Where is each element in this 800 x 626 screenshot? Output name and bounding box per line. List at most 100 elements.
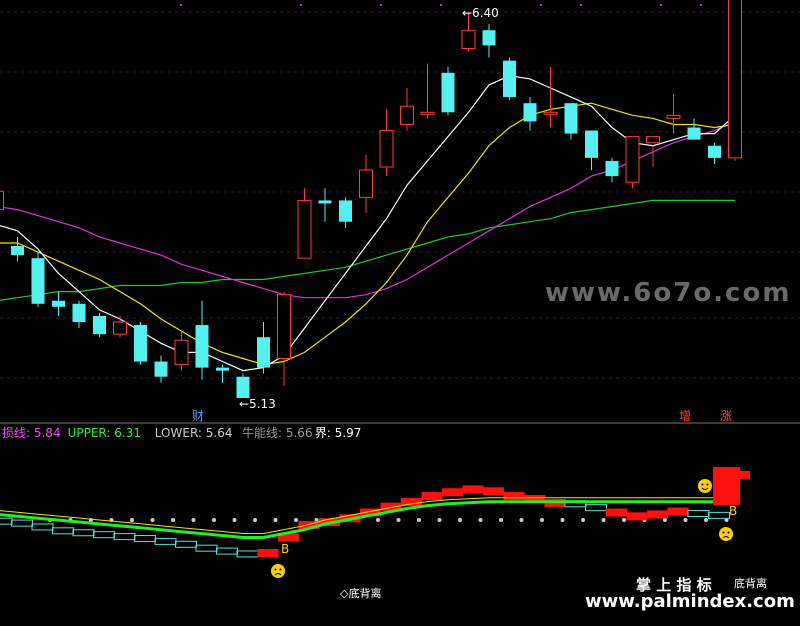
candle-body xyxy=(195,325,209,368)
candle-body xyxy=(339,200,352,222)
candle-body xyxy=(482,30,496,46)
signal-dot xyxy=(478,518,483,522)
candle-body xyxy=(708,145,721,158)
candle-body xyxy=(420,111,435,115)
step-box-down xyxy=(236,550,259,558)
step-box-down xyxy=(175,540,197,548)
sad-face-icon-eye xyxy=(727,531,730,534)
high-price-label: ←6.40 xyxy=(462,6,499,20)
low-price-label: ←5.13 xyxy=(239,397,276,411)
signal-dot xyxy=(519,518,524,522)
sad-face-icon xyxy=(719,527,733,541)
step-box-down xyxy=(11,519,33,527)
signal-dot xyxy=(437,518,442,522)
grid-tick xyxy=(540,4,542,6)
sad-face-icon-eye xyxy=(722,531,725,534)
divergence-label-right: 底背离 xyxy=(734,576,767,590)
grid-tick xyxy=(580,4,582,6)
signal-dot xyxy=(232,518,237,522)
signal-dot xyxy=(417,518,421,522)
step-box-up xyxy=(667,507,689,516)
grid-tick xyxy=(660,4,662,6)
signal-dot xyxy=(150,518,155,522)
ma20-line xyxy=(0,120,736,299)
grid-tick xyxy=(380,4,382,6)
legend-item: LOWER: 5.64 xyxy=(155,426,233,440)
candle-body xyxy=(257,337,270,368)
ma10-line xyxy=(0,102,736,366)
grid-tick xyxy=(300,4,302,6)
candle-body xyxy=(0,190,4,211)
candle-body xyxy=(585,130,598,158)
candle-body xyxy=(523,103,537,122)
candle-body xyxy=(72,303,86,323)
watermark-site-bottom: www.palmindex.com xyxy=(585,591,795,612)
step-box-down xyxy=(134,535,156,543)
step-box-up xyxy=(606,508,627,517)
watermark-site-top: www.6o7o.com xyxy=(545,278,792,308)
signal-dot xyxy=(171,518,175,522)
indicator-legend: 损线: 5.84 UPPER: 6.31 LOWER: 5.64 牛能线: 5.66 界… xyxy=(2,425,361,440)
signal-dot xyxy=(273,518,278,522)
step-box-up xyxy=(647,510,668,519)
candlestick-chart: ←6.40 ←5.13 财 增 涨 损线: 5.84 UPPER: 6.31 LOWER: … xyxy=(0,0,800,600)
signal-dot xyxy=(458,518,462,522)
candle-body xyxy=(154,361,168,377)
candle-body xyxy=(297,199,312,259)
buy-signal-label: B xyxy=(281,542,289,556)
candle-body xyxy=(318,200,332,204)
step-box-down xyxy=(0,517,13,525)
step-box-down xyxy=(93,531,115,539)
smile-face-icon-eye xyxy=(701,483,704,486)
candle-body xyxy=(236,376,250,398)
step-box-down xyxy=(216,547,238,555)
signal-dot xyxy=(581,518,585,522)
step-box-up xyxy=(462,485,484,494)
candle-body xyxy=(400,105,414,125)
legend-item: UPPER: 6.31 xyxy=(68,426,141,440)
signal-dot xyxy=(499,518,503,522)
step-box-down xyxy=(72,529,95,537)
candle-body xyxy=(625,136,640,183)
step-box-up xyxy=(503,492,525,501)
candle-body xyxy=(134,325,147,362)
candle-body xyxy=(359,169,373,198)
candle-body xyxy=(277,294,291,359)
signal-dot xyxy=(212,518,216,522)
legend-item: 损线: 5.84 xyxy=(2,426,61,440)
sad-face-icon-eye xyxy=(274,568,277,571)
signal-dot xyxy=(601,518,606,522)
signal-dot xyxy=(683,518,688,522)
step-box-down xyxy=(52,527,74,535)
signal-dot xyxy=(376,518,380,522)
step-box-up xyxy=(626,512,648,521)
candle-body xyxy=(31,258,45,304)
signal-dot xyxy=(540,518,544,522)
candle-body xyxy=(564,103,578,134)
candle-body xyxy=(11,246,24,256)
ma5-line xyxy=(0,75,736,372)
smile-face-icon xyxy=(698,479,712,493)
legend-item: 界: 5.97 xyxy=(315,426,362,440)
step-box-down xyxy=(113,533,136,541)
candle-body xyxy=(666,114,681,119)
tag-zeng: 增 xyxy=(679,409,691,423)
candle-body xyxy=(93,315,106,335)
divergence-label: ◇底背离 xyxy=(340,586,381,600)
step-box-up xyxy=(483,487,504,496)
candle-body xyxy=(605,160,619,177)
candle-body xyxy=(379,130,394,168)
step-box-down xyxy=(687,509,710,517)
candle-body xyxy=(216,367,229,371)
candle-body xyxy=(174,339,189,366)
candle-body xyxy=(113,321,127,335)
step-box-up xyxy=(257,549,279,558)
signal-dot xyxy=(704,518,708,522)
step-box-up xyxy=(421,492,443,501)
candle-body xyxy=(728,0,742,159)
grid-tick xyxy=(180,4,182,6)
signal-dot xyxy=(294,518,298,522)
step-box-down xyxy=(154,537,177,545)
candle-body xyxy=(687,127,701,140)
grid-tick xyxy=(440,4,442,6)
